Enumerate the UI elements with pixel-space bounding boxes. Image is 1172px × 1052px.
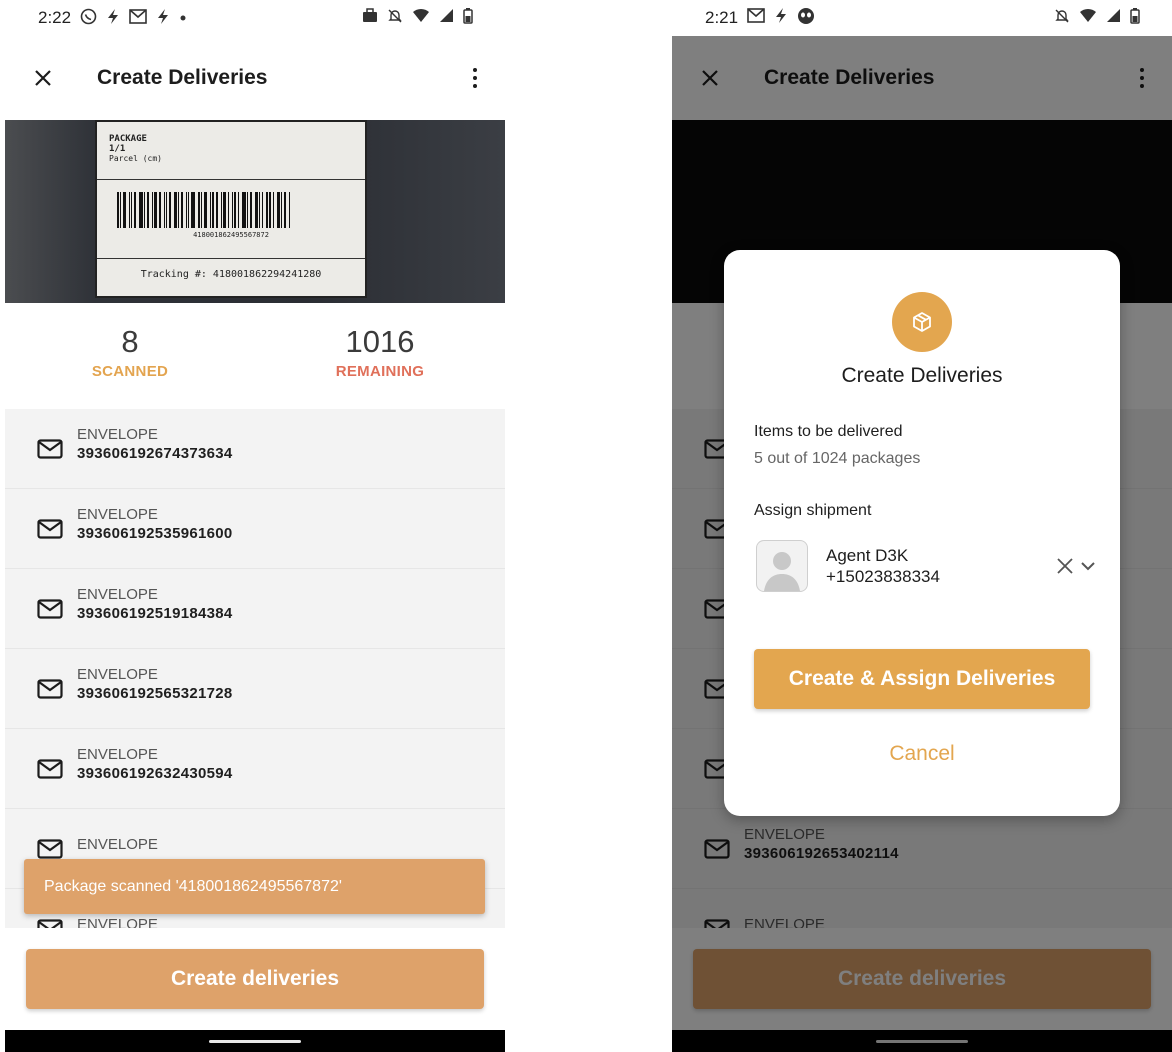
remaining-counter: 1016 REMAINING [255,303,505,409]
create-assign-deliveries-button[interactable]: Create & Assign Deliveries [754,649,1090,709]
right-screen: 2:21 Create Deliveries Items to be deliv… [672,0,1172,1052]
home-handle[interactable] [209,1040,301,1043]
left-screen: 2:22 Create Deliveries PACKAGE 1/1 Parce… [5,0,505,1052]
status-time: 2:21 [705,8,739,27]
package-icon [892,292,952,352]
signal-icon [1106,8,1121,28]
item-code: 393606192519184384 [77,605,233,622]
gesture-nav-bar [5,1030,505,1052]
label-package: PACKAGE [109,134,147,144]
bolt-icon [106,8,120,29]
gmail-icon [129,8,147,28]
battery-icon [463,7,473,29]
bell-off-icon [387,8,403,29]
status-bar: 2:22 [5,0,505,36]
whatsapp-icon [80,8,97,29]
list-item[interactable]: ENVELOPE 393606192674373634 [5,409,505,489]
bottom-bar: Create deliveries [5,928,505,1030]
alien-icon [797,7,815,30]
status-bar: 2:21 [672,0,1172,36]
page-title: Create Deliveries [97,66,268,89]
briefcase-icon [362,8,378,28]
envelope-icon [37,598,63,619]
battery-icon [1130,7,1140,29]
envelope-icon [37,518,63,539]
snackbar-message: Package scanned '418001862495567872' [24,859,485,914]
wifi-icon [412,8,430,28]
list-item[interactable]: ENVELOPE 393606192565321728 [5,649,505,729]
item-code: 393606192565321728 [77,685,233,702]
chevron-down-icon[interactable] [1080,558,1096,574]
bolt-icon [156,8,170,29]
close-button[interactable] [27,62,59,94]
scanned-counter: 8 SCANNED [5,303,255,409]
envelope-icon [37,758,63,779]
item-type: ENVELOPE [77,666,158,683]
item-code: 393606192535961600 [77,525,233,542]
create-deliveries-button[interactable]: Create deliveries [26,949,484,1009]
item-code: 393606192632430594 [77,765,233,782]
barcode-image [117,192,365,228]
item-code: 393606192674373634 [77,445,233,462]
dialog-title: Create Deliveries [841,364,1003,387]
list-item[interactable]: ENVELOPE 393606192632430594 [5,729,505,809]
app-bar: Create Deliveries [5,36,505,120]
list-item[interactable]: ENVELOPE 393606192519184384 [5,569,505,649]
signal-icon [439,8,454,28]
label-count: 1/1 [109,144,126,154]
bell-off-icon [1054,8,1070,29]
item-type: ENVELOPE [77,835,158,853]
assign-label: Assign shipment [754,502,872,519]
agent-phone: +15023838334 [826,567,940,586]
clear-icon[interactable] [1056,557,1074,575]
camera-preview: PACKAGE 1/1 Parcel (cm) 4180018624955678… [5,120,505,303]
envelope-icon [37,678,63,699]
wifi-icon [1079,8,1097,28]
assigned-agent[interactable]: Agent D3K +15023838334 [756,538,1096,594]
item-type: ENVELOPE [77,586,158,603]
avatar [756,540,808,592]
shipping-label: PACKAGE 1/1 Parcel (cm) 4180018624955678… [95,120,367,298]
list-item[interactable]: ENVELOPE 393606192535961600 [5,489,505,569]
create-deliveries-dialog: Create Deliveries Items to be delivered … [724,250,1120,816]
envelope-icon [37,838,63,859]
item-type: ENVELOPE [77,426,158,443]
scanned-label: SCANNED [91,363,169,380]
status-time: 2:22 [38,8,72,27]
gmail-icon [747,8,765,28]
tracking-number: Tracking #: 418001862294241280 [97,258,365,292]
items-label: Items to be delivered [754,423,903,440]
remaining-value: 1016 [345,324,415,359]
close-icon [35,70,51,86]
label-parcel: Parcel (cm) [109,154,162,163]
scanned-value: 8 [121,324,139,359]
remaining-label: REMAINING [335,363,425,380]
cancel-button[interactable]: Cancel [724,742,1120,766]
agent-name: Agent D3K [826,546,909,565]
bolt-icon [774,7,788,29]
dot-icon [179,10,187,26]
scan-counters: 8 SCANNED 1016 REMAINING [5,303,505,409]
more-options-icon[interactable] [459,58,491,98]
item-type: ENVELOPE [77,746,158,763]
item-type: ENVELOPE [77,506,158,523]
items-value: 5 out of 1024 packages [754,450,921,467]
barcode-number: 418001862495567872 [193,231,269,239]
envelope-icon [37,438,63,459]
